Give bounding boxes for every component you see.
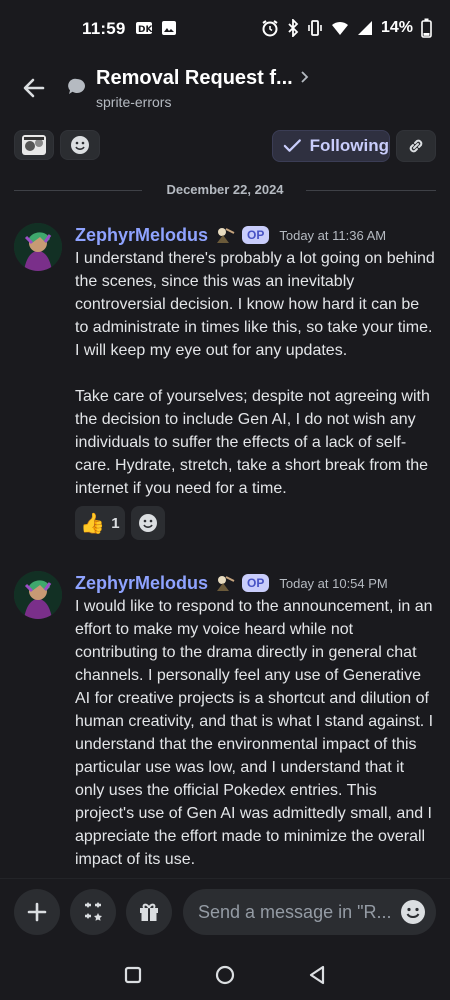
add-reaction-button[interactable] (60, 130, 100, 160)
op-badge: OP (242, 574, 270, 592)
smile-icon (71, 136, 89, 154)
add-attachment-button[interactable] (14, 889, 60, 935)
message-content: I understand there's probably a lot goin… (75, 247, 435, 500)
gift-icon (140, 903, 158, 921)
sticker-reaction-button[interactable] (14, 130, 54, 160)
smile-icon (401, 900, 425, 924)
reactions: 👍 1 (75, 506, 165, 540)
avatar[interactable] (14, 223, 62, 271)
add-reaction-button[interactable] (131, 506, 165, 540)
thread-title[interactable]: Removal Request f... (96, 67, 293, 90)
status-left-icons: DK (135, 20, 177, 36)
link-icon (409, 139, 423, 153)
arrow-left-icon (23, 78, 45, 98)
following-button[interactable]: Following (272, 130, 390, 162)
thread-toolbar: Following (0, 128, 450, 164)
timestamp: Today at 11:36 AM (279, 227, 387, 243)
check-icon (283, 139, 301, 152)
wifi-icon (331, 21, 348, 35)
thread-icon (67, 77, 87, 97)
apps-icon (85, 902, 102, 921)
apps-button[interactable] (70, 889, 116, 935)
chevron-right-icon[interactable] (300, 70, 310, 87)
thread-header: Removal Request f... sprite-errors (0, 60, 450, 122)
role-icon (217, 228, 235, 243)
message-paragraph: I understand there's probably a lot goin… (75, 250, 435, 359)
smile-icon (139, 514, 157, 532)
date-divider-label: December 22, 2024 (158, 182, 292, 197)
sticker-icon (22, 135, 46, 155)
message-composer: Send a message in "R... (0, 878, 450, 948)
message-header: ZephyrMelodus OP Today at 10:54 PM (75, 571, 388, 595)
message-input[interactable]: Send a message in "R... (183, 889, 436, 935)
reaction-count: 1 (111, 514, 120, 532)
author-name[interactable]: ZephyrMelodus (75, 573, 208, 594)
android-nav-bar (0, 950, 450, 1000)
channel-name: sprite-errors (96, 94, 172, 110)
date-divider: December 22, 2024 (14, 180, 436, 200)
status-right-icons: 14% (261, 18, 432, 38)
svg-text:DK: DK (138, 25, 153, 35)
signal-icon (357, 21, 372, 35)
home-button[interactable] (208, 958, 242, 992)
alarm-icon (262, 20, 278, 37)
author-name[interactable]: ZephyrMelodus (75, 225, 208, 246)
vibrate-icon (308, 20, 322, 36)
status-bar: 11:59 DK 14% (0, 0, 450, 60)
message-header: ZephyrMelodus OP Today at 11:36 AM (75, 223, 386, 247)
circle-icon (215, 965, 235, 985)
gift-button[interactable] (126, 889, 172, 935)
message-content: I would like to respond to the announcem… (75, 595, 435, 871)
back-button[interactable] (20, 74, 48, 102)
message: ZephyrMelodus OP Today at 10:54 PM I wou… (0, 571, 450, 871)
op-badge: OP (242, 226, 270, 244)
battery-percent: 14% (380, 19, 413, 36)
role-icon (217, 576, 235, 591)
thumbs-up-icon: 👍 (80, 512, 106, 535)
cast-icon: DK (136, 22, 153, 35)
reaction-thumbs-up[interactable]: 👍 1 (75, 506, 125, 540)
status-time: 11:59 (82, 19, 126, 38)
timestamp: Today at 10:54 PM (279, 575, 388, 591)
emoji-picker-button[interactable] (400, 899, 426, 925)
square-icon (124, 966, 142, 984)
copy-link-button[interactable] (396, 130, 436, 162)
message: ZephyrMelodus OP Today at 11:36 AM I und… (0, 223, 450, 543)
message-paragraph: Take care of yourselves; despite not agr… (75, 388, 430, 497)
back-nav-button[interactable] (300, 958, 334, 992)
triangle-back-icon (309, 965, 325, 985)
plus-icon (27, 902, 47, 922)
message-input-placeholder: Send a message in "R... (198, 901, 392, 922)
message-paragraph: I would like to respond to the announcem… (75, 598, 434, 868)
avatar[interactable] (14, 571, 62, 619)
recents-button[interactable] (116, 958, 150, 992)
following-label: Following (309, 136, 389, 155)
bluetooth-icon (288, 19, 299, 37)
image-icon (162, 21, 176, 35)
battery-icon (421, 18, 432, 38)
